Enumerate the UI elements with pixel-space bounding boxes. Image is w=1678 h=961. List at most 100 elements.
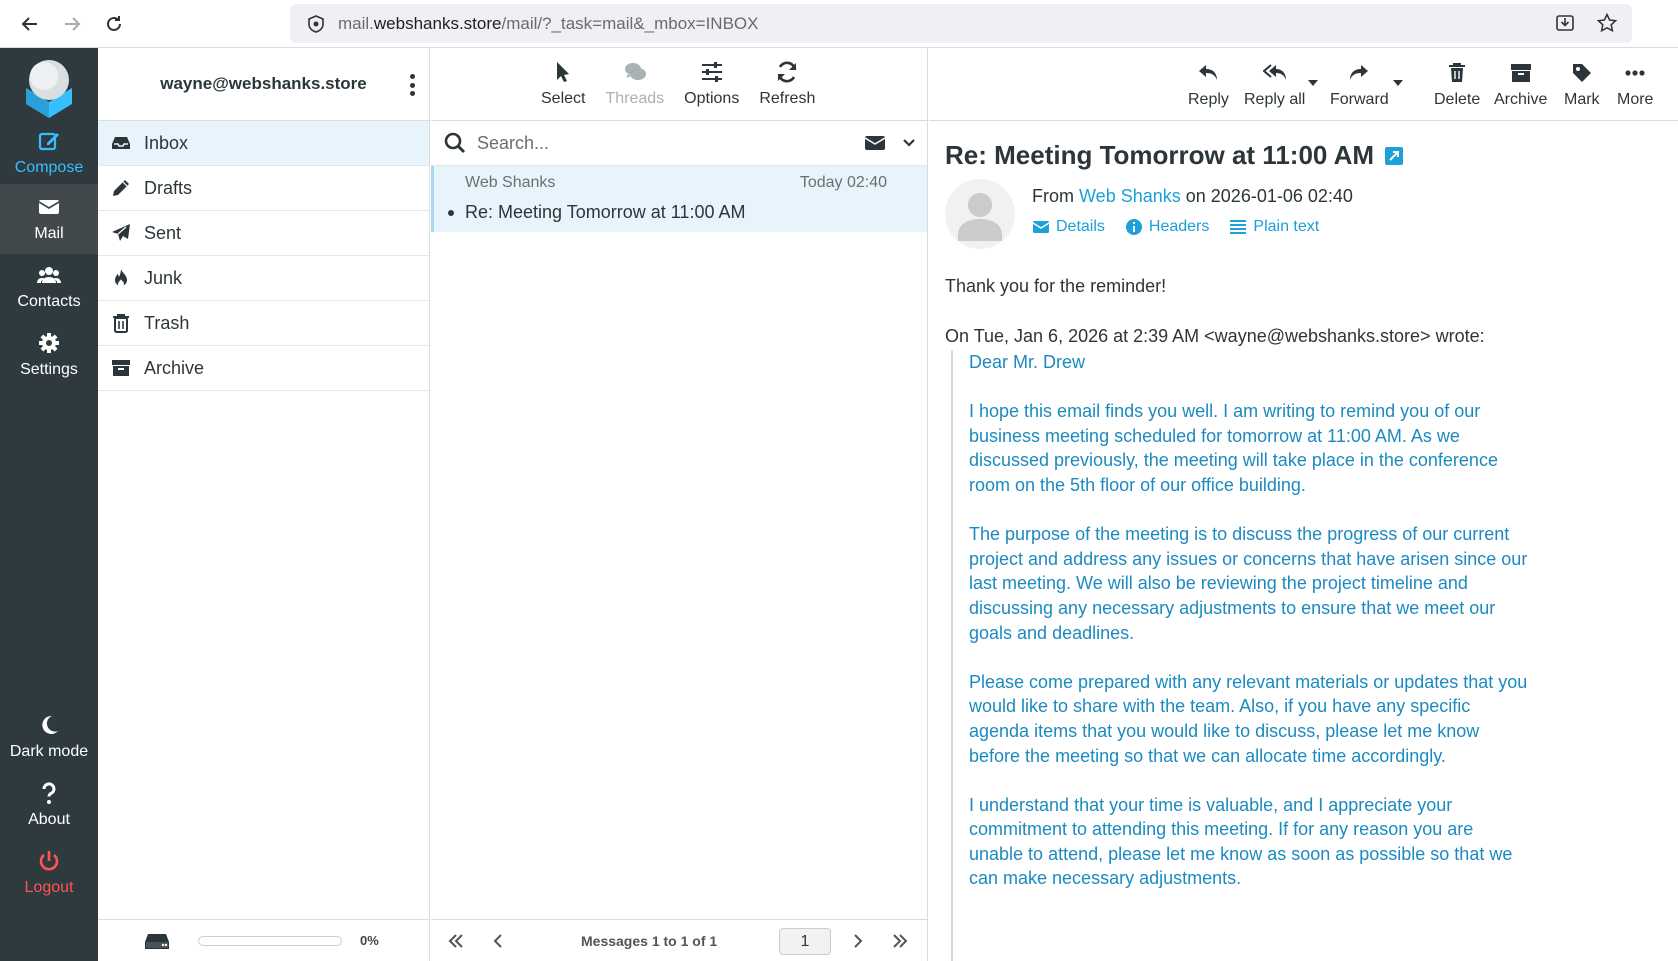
settings-label: Settings [20, 361, 78, 378]
more-button[interactable]: More [1617, 48, 1653, 121]
forward-message-button[interactable]: Forward [1330, 48, 1389, 121]
details-link[interactable]: Details [1032, 218, 1105, 236]
account-header: wayne@webshanks.store [98, 48, 429, 121]
folder-trash[interactable]: Trash [98, 301, 429, 346]
message-row[interactable]: Web Shanks Today 02:40 Re: Meeting Tomor… [431, 166, 927, 232]
folder-drafts[interactable]: Drafts [98, 166, 429, 211]
quote-intro: On Tue, Jan 6, 2026 at 2:39 AM <wayne@we… [945, 326, 1485, 346]
gear-icon [39, 333, 59, 353]
sent-date: on 2026-01-06 02:40 [1185, 186, 1353, 206]
forward-button[interactable] [58, 10, 86, 38]
select-button[interactable]: Select [541, 48, 585, 121]
delete-button[interactable]: Delete [1434, 48, 1480, 121]
shield-icon [308, 14, 324, 33]
message-subject: Re: Meeting Tomorrow at 11:00 AM [465, 202, 746, 222]
page-number-input[interactable]: 1 [779, 928, 831, 955]
archive-button[interactable]: Archive [1494, 48, 1547, 121]
pager-text: Messages 1 to 1 of 1 [581, 933, 718, 949]
compose-button[interactable]: Compose [0, 118, 98, 188]
archive-icon [112, 360, 130, 376]
envelope-icon [1032, 221, 1050, 233]
reply-all-dropdown-icon[interactable] [1308, 80, 1318, 86]
quote-paragraph: Please come prepared with any relevant m… [969, 671, 1528, 766]
folder-label: Junk [144, 267, 183, 288]
chevron-down-icon[interactable] [901, 135, 917, 151]
mail-button[interactable]: Mail [0, 184, 98, 254]
contacts-label: Contacts [17, 293, 81, 310]
dark-mode-label: Dark mode [9, 743, 89, 760]
first-page-icon[interactable] [445, 930, 467, 952]
quota-bar [198, 936, 342, 946]
envelope-filter-icon[interactable] [863, 131, 887, 155]
options-button[interactable]: Options [684, 48, 739, 121]
forward-icon [1350, 64, 1369, 80]
quote-paragraph: The purpose of the meeting is to discuss… [969, 524, 1528, 643]
forward-dropdown-icon[interactable] [1393, 80, 1403, 86]
archive-icon [1510, 63, 1531, 82]
select-label: Select [541, 90, 586, 107]
mark-button[interactable]: Mark [1564, 48, 1600, 121]
refresh-icon [778, 61, 797, 83]
next-page-icon[interactable] [847, 930, 869, 952]
reply-all-label: Reply all [1244, 90, 1306, 108]
trash-icon [1449, 62, 1466, 82]
folder-sent[interactable]: Sent [98, 211, 429, 256]
sender-link[interactable]: Web Shanks [1079, 186, 1181, 206]
contacts-button[interactable]: Contacts [0, 252, 98, 322]
reply-button[interactable]: Reply [1188, 48, 1229, 121]
search-bar [431, 121, 927, 166]
address-bar[interactable]: mail.webshanks.store/mail/?_task=mail&_m… [290, 4, 1632, 43]
quote-paragraph: I hope this email finds you well. I am w… [969, 401, 1498, 495]
last-page-icon[interactable] [889, 930, 911, 952]
arrow-left-icon [21, 17, 37, 31]
search-input[interactable] [477, 132, 837, 154]
more-label: More [1617, 90, 1654, 108]
about-label: About [28, 811, 70, 828]
threads-button[interactable]: Threads [605, 48, 664, 121]
plain-text-label: Plain text [1253, 218, 1320, 235]
reload-button[interactable] [100, 10, 128, 38]
list-toolbar: Select Threads Options Refresh [431, 48, 927, 121]
power-icon [39, 851, 59, 871]
plain-text-link[interactable]: Plain text [1229, 218, 1319, 236]
tag-icon [1572, 63, 1591, 82]
arrow-right-icon [65, 17, 81, 31]
prev-page-icon[interactable] [487, 930, 509, 952]
download-icon[interactable] [1554, 12, 1576, 34]
roundcube-logo[interactable] [16, 54, 82, 120]
comments-icon [624, 63, 646, 80]
quote-paragraph: I understand that your time is valuable,… [969, 794, 1513, 889]
message-list-panel: Select Threads Options Refresh Web Shank… [431, 48, 928, 961]
refresh-button[interactable]: Refresh [759, 48, 815, 121]
headers-label: Headers [1148, 218, 1210, 235]
refresh-label: Refresh [759, 90, 816, 107]
settings-button[interactable]: Settings [0, 320, 98, 390]
folder-junk[interactable]: Junk [98, 256, 429, 301]
logout-label: Logout [24, 879, 74, 896]
message-date: Today 02:40 [799, 174, 887, 191]
kebab-menu-icon[interactable] [407, 72, 417, 98]
paper-plane-icon [112, 224, 130, 241]
back-button[interactable] [16, 10, 44, 38]
subject-text: Re: Meeting Tomorrow at 11:00 AM [945, 140, 1375, 170]
logout-button[interactable]: Logout [0, 838, 98, 908]
folder-label: Inbox [144, 132, 189, 153]
star-icon[interactable] [1596, 12, 1618, 34]
forward-label: Forward [1330, 90, 1389, 108]
about-button[interactable]: About [0, 770, 98, 840]
dark-mode-button[interactable]: Dark mode [0, 702, 98, 772]
options-label: Options [684, 90, 740, 107]
archive-label: Archive [1494, 90, 1548, 108]
open-in-new-window-icon[interactable] [1384, 146, 1404, 166]
fire-icon [115, 269, 127, 287]
reply-all-button[interactable]: Reply all [1244, 48, 1305, 121]
headers-link[interactable]: Headers [1125, 218, 1209, 236]
folder-label: Sent [144, 222, 182, 243]
folder-archive[interactable]: Archive [98, 346, 429, 391]
search-icon[interactable] [443, 131, 467, 155]
url-text: mail.webshanks.store/mail/?_task=mail&_m… [338, 13, 759, 33]
folder-inbox[interactable]: Inbox [98, 121, 429, 166]
browser-toolbar: mail.webshanks.store/mail/?_task=mail&_m… [0, 0, 1678, 48]
lines-icon [1230, 220, 1247, 234]
threads-label: Threads [605, 90, 665, 107]
